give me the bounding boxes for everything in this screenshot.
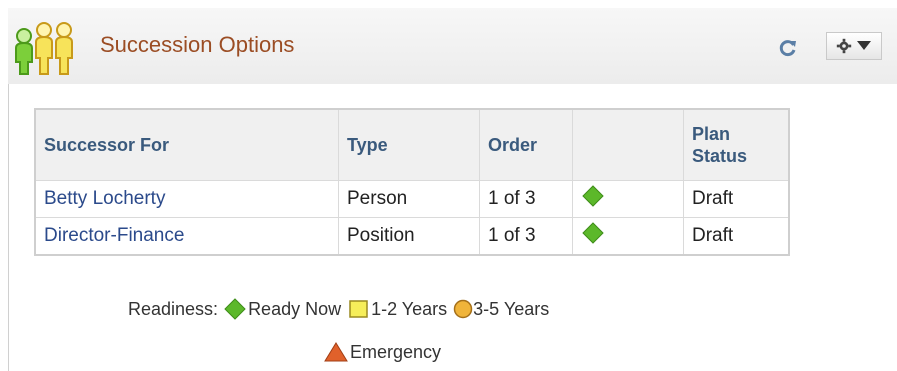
pagelet-actions-button[interactable] (826, 32, 882, 60)
readiness-cell (572, 217, 684, 256)
gear-icon (836, 38, 852, 54)
readiness-legend: Readiness: Ready Now 1-2 Years 3-5 Years (128, 294, 549, 324)
pagelet-title: Succession Options (100, 32, 295, 57)
legend-item-emergency: Emergency (350, 341, 442, 362)
legend-item-3-5-years: 3-5 Years (473, 298, 550, 319)
refresh-icon[interactable] (778, 38, 798, 58)
legend-item-1-2-years: 1-2 Years (371, 298, 448, 319)
grid-header-row: Successor For Type Order Plan Status (34, 108, 790, 181)
successor-for-link[interactable]: Director-Finance (34, 217, 339, 256)
col-type: Type (338, 108, 480, 181)
succession-options-grid: Successor For Type Order Plan Status Bet… (34, 108, 790, 256)
table-row: Betty Locherty Person 1 of 3 Draft (34, 180, 790, 218)
pagelet-left-border (8, 84, 9, 371)
legend-label: Readiness: (128, 298, 219, 319)
plan-status-cell: Draft (683, 217, 790, 256)
chevron-down-icon (857, 41, 871, 50)
col-plan-status: Plan Status (683, 108, 790, 181)
plan-status-cell: Draft (683, 180, 790, 218)
green-diamond-icon (582, 222, 604, 244)
successor-for-link[interactable]: Betty Locherty (34, 180, 339, 218)
type-cell: Position (338, 217, 480, 256)
plan-status-header-line1: Plan (692, 124, 731, 144)
col-order: Order (479, 108, 573, 181)
legend-item-ready-now: Ready Now (248, 298, 342, 319)
pagelet-header: Succession Options (8, 8, 897, 84)
order-cell: 1 of 3 (479, 180, 573, 218)
col-successor-for: Successor For (34, 108, 339, 181)
type-cell: Person (338, 180, 480, 218)
readiness-cell (572, 180, 684, 218)
green-diamond-icon (224, 298, 246, 320)
plan-status-header-line2: Status (692, 146, 748, 166)
col-readiness (572, 108, 684, 181)
orange-circle-icon (453, 299, 473, 319)
red-triangle-icon (324, 342, 348, 362)
order-cell: 1 of 3 (479, 217, 573, 256)
yellow-square-icon (349, 300, 368, 318)
table-row: Director-Finance Position 1 of 3 Draft (34, 217, 790, 256)
green-diamond-icon (582, 185, 604, 207)
readiness-legend-row2: Emergency (322, 338, 441, 366)
people-group-icon (15, 22, 73, 75)
